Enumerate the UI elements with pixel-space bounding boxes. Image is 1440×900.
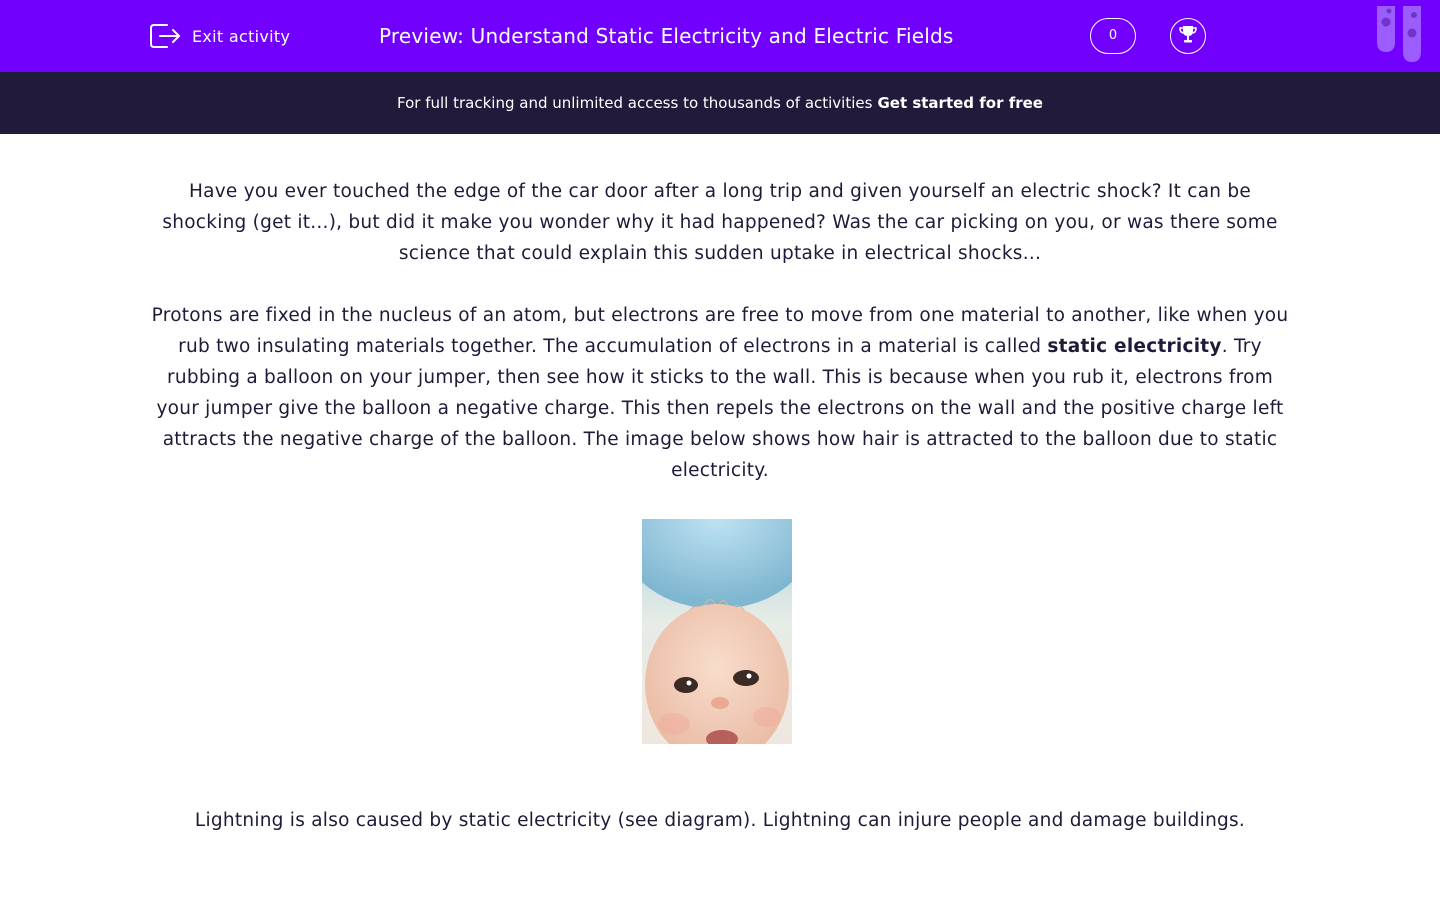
signup-banner: For full tracking and unlimited access t… [0, 72, 1440, 134]
page-title: Preview: Understand Static Electricity a… [379, 24, 954, 48]
score-counter: 0 [1090, 18, 1136, 54]
exit-icon [149, 22, 182, 50]
exit-activity-label: Exit activity [192, 26, 291, 46]
test-tubes-icon [1376, 0, 1426, 64]
top-bar: Exit activity Preview: Understand Static… [0, 0, 1440, 72]
trophy-icon [1177, 23, 1199, 49]
exit-activity-button[interactable]: Exit activity [149, 20, 290, 52]
balloon-baby-image [642, 519, 792, 744]
key-term: static electricity [1047, 336, 1222, 357]
banner-text: For full tracking and unlimited access t… [397, 94, 873, 112]
trophy-button[interactable] [1170, 18, 1206, 54]
paragraph-text: . Try rubbing a balloon on your jumper, … [156, 336, 1284, 481]
lightning-section: Lightning is also caused by static elect… [150, 805, 1290, 836]
lightning-paragraph: Lightning is also caused by static elect… [194, 810, 1246, 831]
static-electricity-paragraph: Protons are fixed in the nucleus of an a… [150, 300, 1290, 486]
get-started-link[interactable]: Get started for free [877, 94, 1043, 112]
lesson-content: Have you ever touched the edge of the ca… [150, 176, 1290, 517]
intro-paragraph: Have you ever touched the edge of the ca… [162, 181, 1278, 264]
